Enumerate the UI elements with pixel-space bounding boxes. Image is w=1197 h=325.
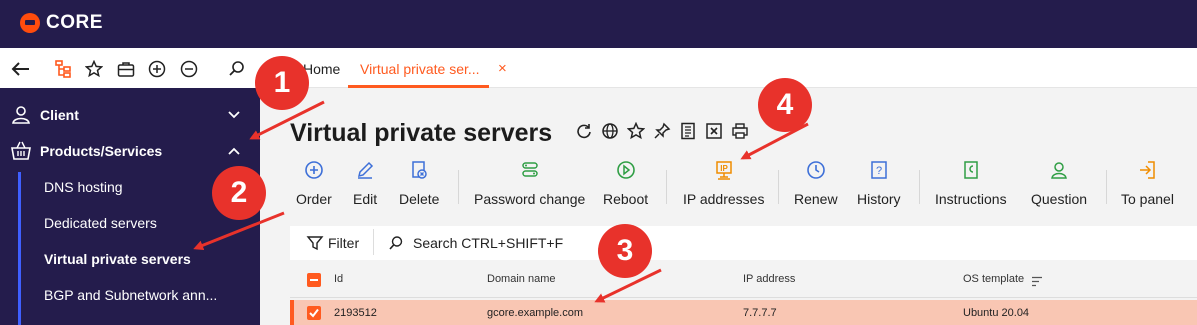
callout-4: 4 [758, 78, 812, 132]
annotation-arrows [193, 100, 809, 303]
callout-2: 2 [212, 166, 266, 220]
callout-3: 3 [598, 224, 652, 278]
callout-1: 1 [255, 56, 309, 110]
